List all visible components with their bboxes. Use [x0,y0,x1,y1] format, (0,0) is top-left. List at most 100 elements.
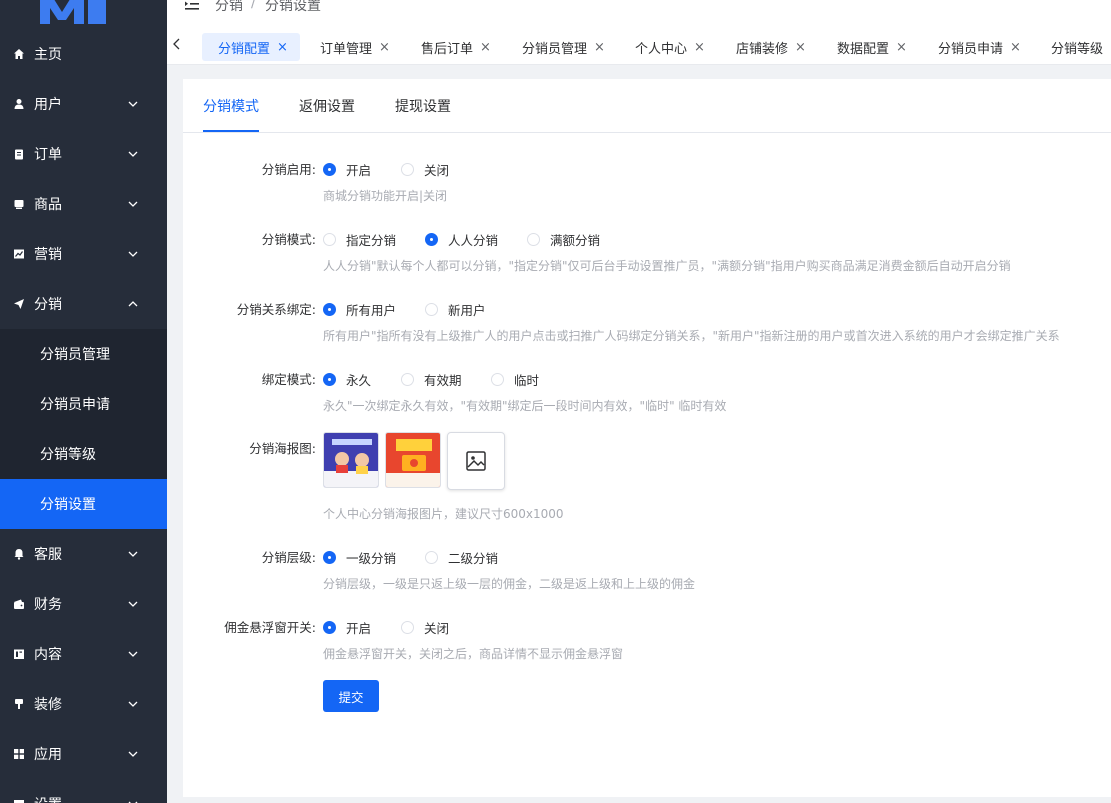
sidebar-item-service[interactable]: 客服 [0,529,167,579]
chevron-up-icon [128,301,138,307]
menu-fold-icon[interactable] [185,0,199,10]
tab-personal-center[interactable]: 个人中心 × [635,33,705,61]
sidebar: 主页 用户 订单 商品 营销 分销 分销员管理 分销员申请 分销等级 分销设置 [0,0,167,803]
product-icon [13,198,25,210]
binding-label: 分销关系绑定: [236,302,316,317]
mode-radio-everyone[interactable]: 人人分销 [425,230,498,249]
close-icon[interactable]: × [277,40,288,55]
sidebar-item-user[interactable]: 用户 [0,79,167,129]
chevron-down-icon [128,751,138,757]
subtab-commission-settings[interactable]: 返佣设置 [299,96,355,116]
float-radio-off[interactable]: 关闭 [401,618,449,637]
send-icon [13,298,25,310]
sidebar-item-order[interactable]: 订单 [0,129,167,179]
sidebar-item-distribution[interactable]: 分销 [0,279,167,329]
sidebar-item-label: 主页 [34,47,62,63]
poster-thumbnail[interactable] [385,432,441,488]
float-radio-on[interactable]: 开启 [323,618,371,637]
tab-label: 分销员申请 [938,41,1004,57]
enable-radio-off[interactable]: 关闭 [401,160,449,179]
radio-label: 临时 [514,373,540,388]
tab-store-decoration[interactable]: 店铺装修 × [736,33,806,61]
float-label: 佣金悬浮窗开关: [224,620,316,635]
bind-mode-label: 绑定模式: [261,372,316,387]
sidebar-item-product[interactable]: 商品 [0,179,167,229]
level-radio-two[interactable]: 二级分销 [425,548,498,567]
poster-upload-button[interactable] [447,432,505,490]
sidebar-item-marketing[interactable]: 营销 [0,229,167,279]
tab-label: 分销等级 [1051,41,1104,57]
enable-radio-on[interactable]: 开启 [323,160,371,179]
poster-thumbnail[interactable] [323,432,379,488]
close-icon[interactable]: × [694,40,705,55]
close-icon[interactable]: × [896,40,907,55]
radio-label: 新用户 [448,303,486,318]
sidebar-item-finance[interactable]: 财务 [0,579,167,629]
bind-mode-radio-period[interactable]: 有效期 [401,370,462,389]
radio-checked-icon [323,551,336,564]
sidebar-item-label: 财务 [34,597,62,613]
sidebar-subitem-label: 分销设置 [40,497,96,513]
tab-distribution-level[interactable]: 分销等级× [1051,33,1111,61]
sidebar-item-decoration[interactable]: 装修 [0,679,167,729]
sidebar-subitem-distributor-manage[interactable]: 分销员管理 [0,329,167,379]
tab-distributor-apply[interactable]: 分销员申请 × [938,33,1021,61]
radio-checked-icon [323,621,336,634]
bind-mode-help-text: 永久"一次绑定永久有效，"有效期"绑定后一段时间内有效，"临时" 临时有效 [323,399,727,413]
radio-label: 关闭 [424,163,450,178]
breadcrumb-item[interactable]: 分销 [215,0,243,15]
close-icon[interactable]: × [1010,40,1021,55]
sidebar-subitem-distributor-apply[interactable]: 分销员申请 [0,379,167,429]
tab-after-sale[interactable]: 售后订单 × [421,33,491,61]
radio-label: 开启 [346,621,372,636]
radio-unchecked-icon [401,621,414,634]
sidebar-item-home[interactable]: 主页 [0,29,167,79]
tab-data-config[interactable]: 数据配置 × [837,33,907,61]
sidebar-item-label: 设置 [34,794,62,803]
sidebar-subitem-distribution-level[interactable]: 分销等级 [0,429,167,479]
sidebar-item-apps[interactable]: 应用 [0,729,167,779]
close-icon[interactable]: × [594,40,605,55]
enable-help-text: 商城分销功能开启|关闭 [323,189,448,203]
close-icon[interactable]: × [795,40,806,55]
tab-distributor-manage[interactable]: 分销员管理 × [522,33,605,61]
subtab-withdraw-settings[interactable]: 提现设置 [395,96,451,116]
submit-button[interactable]: 提交 [323,680,379,712]
close-icon[interactable]: × [379,40,390,55]
bind-mode-radio-permanent[interactable]: 永久 [323,370,371,389]
apps-icon [13,748,25,760]
radio-label: 开启 [346,163,372,178]
settings-card: 分销模式 返佣设置 提现设置 分销启用: 开启 关闭 商城分销功能开启|关闭 分… [183,79,1111,797]
mode-radio-assigned[interactable]: 指定分销 [323,230,396,249]
mode-radio-threshold[interactable]: 满额分销 [527,230,600,249]
mode-label: 分销模式: [261,232,316,247]
radio-label: 二级分销 [448,551,499,566]
sidebar-item-content[interactable]: 内容 [0,629,167,679]
radio-label: 人人分销 [448,233,499,248]
binding-radio-all[interactable]: 所有用户 [323,300,396,319]
chevron-down-icon [128,201,138,207]
subtab-distribution-mode[interactable]: 分销模式 [203,96,259,116]
tab-order-manage[interactable]: 订单管理 × [320,33,390,61]
level-help-text: 分销层级，一级是只返上级一层的佣金，二级是返上级和上上级的佣金 [323,577,696,591]
sidebar-item-settings[interactable]: 设置 [0,779,167,803]
mode-help-text: 人人分销"默认每个人都可以分销，"指定分销"仅可后台手动设置推广员，"满额分销"… [323,259,1011,273]
breadcrumb-current: 分销设置 [265,0,321,14]
sidebar-subitem-distribution-settings[interactable]: 分销设置 [0,479,167,529]
home-icon [13,48,25,60]
radio-label: 指定分销 [346,233,397,248]
poster-image-1 [324,433,378,487]
settings-icon [13,798,25,803]
tab-distribution-config[interactable]: 分销配置 × [202,33,300,61]
binding-radio-new[interactable]: 新用户 [425,300,486,319]
tab-label: 售后订单 [421,41,474,57]
level-radio-one[interactable]: 一级分销 [323,548,396,567]
close-icon[interactable]: × [480,40,491,55]
radio-label: 永久 [346,373,372,388]
tab-label: 分销员管理 [522,41,588,57]
sidebar-subitem-label: 分销员申请 [40,397,110,413]
bind-mode-radio-temporary[interactable]: 临时 [491,370,539,389]
sidebar-item-label: 装修 [34,697,62,713]
chevron-left-icon[interactable] [172,36,182,52]
chevron-down-icon [128,151,138,157]
